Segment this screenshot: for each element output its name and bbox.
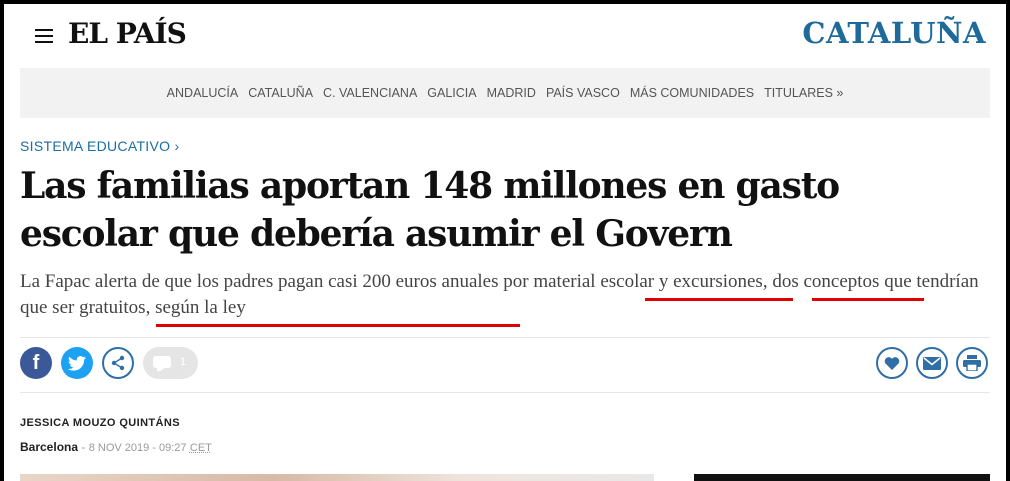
- comment-icon: [153, 356, 171, 371]
- nav-item-galicia[interactable]: GALICIA: [427, 86, 476, 100]
- nav-item-mas-comunidades[interactable]: MÁS COMUNIDADES: [630, 86, 754, 100]
- twitter-icon: [68, 355, 86, 371]
- dateline-city: Barcelona: [20, 440, 79, 454]
- dateline-separator: -: [78, 440, 89, 454]
- nav-item-c-valenciana[interactable]: C. VALENCIANA: [323, 86, 417, 100]
- subhead-text: La Fapac alerta de que los padres pagan …: [20, 271, 534, 292]
- share-icon: [111, 355, 125, 371]
- video-teaser[interactable]: [694, 474, 990, 481]
- divider: [20, 392, 990, 393]
- article-headline: Las familias aportan 148 millones en gas…: [20, 165, 840, 255]
- print-icon: [963, 355, 981, 371]
- print-button[interactable]: [956, 347, 988, 379]
- site-header: EL PAÍS CATALUÑA: [4, 4, 1006, 68]
- page-frame: EL PAÍS CATALUÑA ANDALUCÍA CATALUÑA C. V…: [0, 0, 1010, 481]
- nav-item-madrid[interactable]: MADRID: [487, 86, 536, 100]
- subhead-highlight-excursiones: excursiones: [673, 271, 763, 292]
- facebook-icon: f: [32, 351, 40, 374]
- facebook-share-button[interactable]: f: [20, 347, 52, 379]
- author-name[interactable]: JESSICA MOUZO QUINTÁNS: [20, 417, 180, 429]
- hamburger-menu-icon[interactable]: [35, 29, 53, 43]
- subhead-text: , dos conceptos que: [762, 271, 917, 292]
- article-image-teaser[interactable]: [20, 474, 654, 481]
- heart-icon: [884, 356, 900, 370]
- favorite-button[interactable]: [876, 347, 908, 379]
- divider: [20, 337, 990, 338]
- comments-button[interactable]: 1: [143, 347, 198, 379]
- section-title[interactable]: CATALUÑA: [802, 16, 986, 50]
- nav-item-andalucia[interactable]: ANDALUCÍA: [167, 86, 239, 100]
- mail-icon: [923, 356, 941, 370]
- subhead-text: y: [654, 271, 674, 292]
- publish-date: 8 NOV 2019 - 09:27: [88, 442, 187, 454]
- article-kicker[interactable]: SISTEMA EDUCATIVO ›: [20, 138, 179, 154]
- nav-item-pais-vasco[interactable]: PAÍS VASCO: [546, 86, 620, 100]
- twitter-share-button[interactable]: [61, 347, 93, 379]
- nav-item-cataluna[interactable]: CATALUÑA: [248, 86, 313, 100]
- article-subhead: La Fapac alerta de que los padres pagan …: [20, 269, 980, 321]
- red-underline-gratuitos: [156, 324, 520, 327]
- share-button[interactable]: [102, 347, 134, 379]
- red-underline-excursiones: [812, 298, 924, 301]
- nav-item-titulares[interactable]: TITULARES »: [764, 86, 843, 100]
- timezone: CET: [189, 442, 212, 454]
- dateline: Barcelona - 8 NOV 2019 - 09:27 CET: [20, 440, 212, 454]
- regional-nav: ANDALUCÍA CATALUÑA C. VALENCIANA GALICIA…: [20, 68, 990, 118]
- comment-count: 1: [180, 356, 187, 368]
- email-share-button[interactable]: [916, 347, 948, 379]
- site-logo[interactable]: EL PAÍS: [68, 17, 187, 50]
- subhead-highlight-material-escolar: material escolar: [533, 271, 655, 292]
- red-underline-material-escolar: [645, 298, 793, 301]
